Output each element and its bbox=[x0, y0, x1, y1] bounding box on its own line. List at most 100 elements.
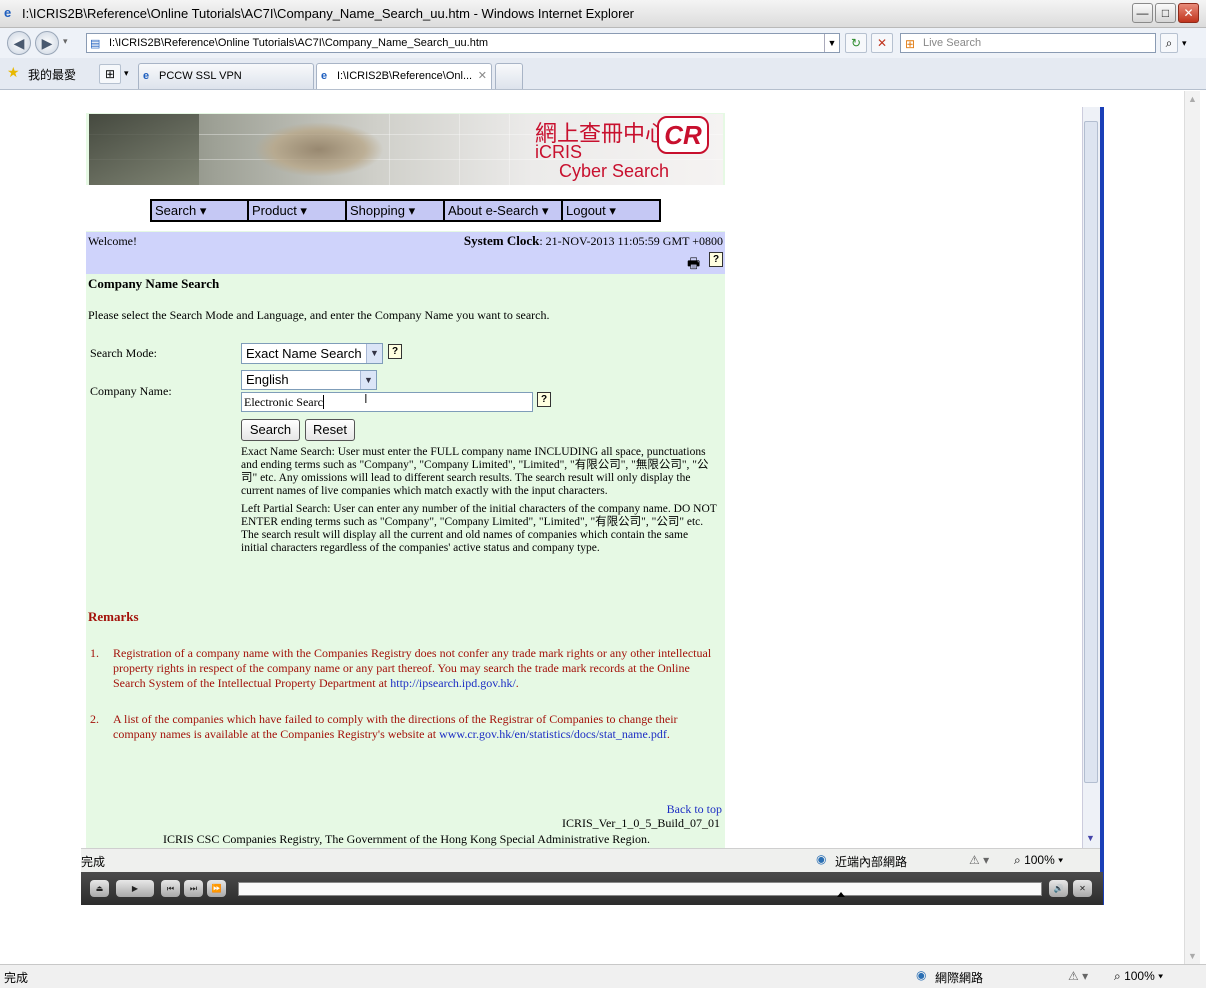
remark-number: 2. bbox=[90, 712, 99, 726]
city-photo bbox=[89, 114, 199, 185]
globe-icon: ◉ bbox=[816, 852, 827, 866]
tab-close-icon[interactable]: ✕ bbox=[478, 64, 487, 88]
banner-icris: iCRIS bbox=[535, 142, 583, 162]
history-chevron-icon[interactable]: ▾ bbox=[63, 36, 68, 47]
close-button[interactable]: ✕ bbox=[1178, 3, 1199, 23]
internet-globe-icon: ◉ bbox=[916, 968, 927, 982]
scroll-up-icon[interactable]: ▲ bbox=[1188, 94, 1197, 104]
volume-icon[interactable]: 🔊 bbox=[1049, 880, 1068, 897]
fast-forward-icon[interactable]: ⏩ bbox=[207, 880, 226, 897]
outer-zone-text: 網際網路 bbox=[935, 971, 984, 985]
page-icon: ▤ bbox=[90, 38, 101, 50]
step-forward-icon[interactable]: ⏭ bbox=[184, 880, 203, 897]
site-banner: 網上查冊中心 CR iCRIS Cyber Search Centre bbox=[89, 114, 723, 185]
cr-statistics-link[interactable]: www.cr.gov.hk/en/statistics/docs/stat_na… bbox=[439, 727, 667, 741]
system-clock: System Clock: 21-NOV-2013 11:05:59 GMT +… bbox=[463, 233, 723, 248]
outer-protected-mode-icon[interactable]: ⚠ ▾ bbox=[1068, 969, 1088, 983]
remark-number: 1. bbox=[90, 646, 99, 660]
remark-item: Registration of a company name with the … bbox=[113, 646, 712, 690]
menu-logout[interactable]: Logout ▾ bbox=[563, 201, 659, 220]
ipd-link[interactable]: http://ipsearch.ipd.gov.hk/ bbox=[390, 676, 516, 690]
version-text: ICRIS_Ver_1_0_5_Build_07_01 bbox=[561, 816, 720, 830]
play-icon[interactable]: ▶ bbox=[116, 880, 154, 897]
text-cursor bbox=[322, 395, 324, 409]
close-player-icon[interactable]: ✕ bbox=[1073, 880, 1092, 897]
company-name-label: Company Name: bbox=[90, 384, 172, 398]
main-menu: Search ▾ Product ▾ Shopping ▾ About e-Se… bbox=[150, 199, 661, 222]
ie-tab-icon: e bbox=[143, 70, 150, 82]
exit-icon[interactable]: ⏏ bbox=[90, 880, 109, 897]
search-mode-select[interactable]: Exact Name Search ▼ bbox=[241, 343, 383, 364]
search-mode-value: Exact Name Search bbox=[246, 346, 362, 361]
menu-product[interactable]: Product ▾ bbox=[249, 201, 347, 220]
menu-about[interactable]: About e-Search ▾ bbox=[445, 201, 563, 220]
rewind-icon[interactable]: ⏮ bbox=[161, 880, 180, 897]
live-search-placeholder: Live Search bbox=[923, 37, 982, 49]
progress-marker[interactable] bbox=[836, 892, 845, 897]
inner-status-bar: 完成 ◉ 近端內部網路 ⚠ ▾ ⌕ 100% ▾ bbox=[81, 848, 1100, 872]
quick-tabs-icon[interactable]: ⊞ bbox=[99, 64, 121, 84]
print-icon[interactable]: 🖶 bbox=[687, 253, 700, 277]
title-bar: e I:\ICRIS2B\Reference\Online Tutorials\… bbox=[0, 0, 1206, 28]
search-mode-help-icon[interactable]: ? bbox=[388, 344, 402, 359]
inner-scroll-thumb[interactable] bbox=[1084, 121, 1098, 783]
reset-button[interactable]: Reset bbox=[305, 419, 355, 441]
outer-status-text: 完成 bbox=[4, 971, 29, 985]
scroll-down-icon[interactable]: ▼ bbox=[1188, 951, 1197, 961]
back-to-top-link[interactable]: Back to top bbox=[667, 802, 722, 817]
search-button[interactable]: Search bbox=[241, 419, 300, 441]
menu-search[interactable]: Search ▾ bbox=[152, 201, 249, 220]
address-text: I:\ICRIS2B\Reference\Online Tutorials\AC… bbox=[109, 37, 489, 49]
stop-icon[interactable]: ✕ bbox=[871, 33, 893, 53]
inner-scroll-down-icon[interactable]: ▼ bbox=[1086, 833, 1095, 843]
help-icon[interactable]: ? bbox=[709, 252, 723, 267]
outer-scrollbar[interactable]: ▲ ▼ bbox=[1184, 91, 1200, 964]
copyright-text: ICRIS CSC Companies Registry, The Govern… bbox=[163, 832, 650, 846]
minimize-button[interactable]: — bbox=[1132, 3, 1153, 23]
tab-label: I:\ICRIS2B\Reference\Onl... bbox=[337, 70, 473, 82]
partial-search-help: Left Partial Search: User can enter any … bbox=[241, 503, 717, 554]
outer-status-bar: 完成 ◉ 網際網路 ⚠ ▾ ⌕ 100% ▾ bbox=[0, 964, 1206, 988]
ie-icon: e bbox=[4, 5, 12, 20]
company-name-help-icon[interactable]: ? bbox=[537, 392, 551, 407]
address-bar[interactable]: ▤ I:\ICRIS2B\Reference\Online Tutorials\… bbox=[86, 33, 840, 53]
progress-bar[interactable] bbox=[238, 882, 1042, 897]
company-name-input[interactable]: Electronic Searc bbox=[241, 392, 533, 412]
banner-subtitle: Cyber Search Centre bbox=[559, 161, 670, 185]
favorites-star-icon[interactable]: ★ bbox=[7, 64, 20, 81]
language-select[interactable]: English ▼ bbox=[241, 370, 377, 390]
outer-zoom[interactable]: ⌕ 100% ▾ bbox=[1114, 969, 1163, 984]
ibeam-cursor-icon: I bbox=[364, 391, 368, 406]
map-image bbox=[254, 122, 384, 177]
favorites-label[interactable]: 我的最愛 bbox=[28, 66, 76, 83]
windows-logo-icon: ⊞ bbox=[905, 37, 916, 51]
cr-logo: CR bbox=[657, 116, 709, 154]
back-icon[interactable]: ◀ bbox=[7, 31, 31, 55]
refresh-icon[interactable]: ↻ bbox=[845, 33, 867, 53]
search-go-icon[interactable]: ⌕ bbox=[1160, 33, 1178, 53]
tab-label: PCCW SSL VPN bbox=[159, 70, 242, 82]
remark-item: A list of the companies which have faile… bbox=[113, 712, 678, 741]
welcome-bar: Welcome! System Clock: 21-NOV-2013 11:05… bbox=[86, 232, 725, 274]
address-dropdown-icon[interactable]: ▼ bbox=[824, 34, 839, 52]
chevron-down-icon: ▼ bbox=[366, 344, 382, 363]
forward-icon[interactable]: ▶ bbox=[35, 31, 59, 55]
window-title: I:\ICRIS2B\Reference\Online Tutorials\AC… bbox=[22, 6, 634, 21]
tab-list-chevron-icon[interactable]: ▾ bbox=[124, 68, 129, 79]
menu-shopping[interactable]: Shopping ▾ bbox=[347, 201, 445, 220]
new-tab-button[interactable] bbox=[495, 63, 523, 89]
ie-tab-icon: e bbox=[321, 70, 328, 82]
live-search-input[interactable]: ⊞ Live Search bbox=[900, 33, 1156, 53]
language-value: English bbox=[246, 372, 289, 387]
page-title: Company Name Search bbox=[88, 276, 220, 291]
inner-status-text: 完成 bbox=[81, 855, 106, 869]
search-options-chevron-icon[interactable]: ▾ bbox=[1182, 38, 1187, 49]
maximize-button[interactable]: □ bbox=[1155, 3, 1176, 23]
protected-mode-icon[interactable]: ⚠ ▾ bbox=[969, 853, 989, 867]
tab-company-search[interactable]: e I:\ICRIS2B\Reference\Onl... ✕ bbox=[316, 63, 492, 89]
welcome-text: Welcome! bbox=[88, 234, 138, 248]
inner-zoom[interactable]: ⌕ 100% ▾ bbox=[1014, 853, 1063, 868]
tab-pccw-vpn[interactable]: e PCCW SSL VPN bbox=[138, 63, 314, 89]
inner-zone-text: 近端內部網路 bbox=[835, 855, 908, 869]
exact-search-help: Exact Name Search: User must enter the F… bbox=[241, 446, 709, 497]
